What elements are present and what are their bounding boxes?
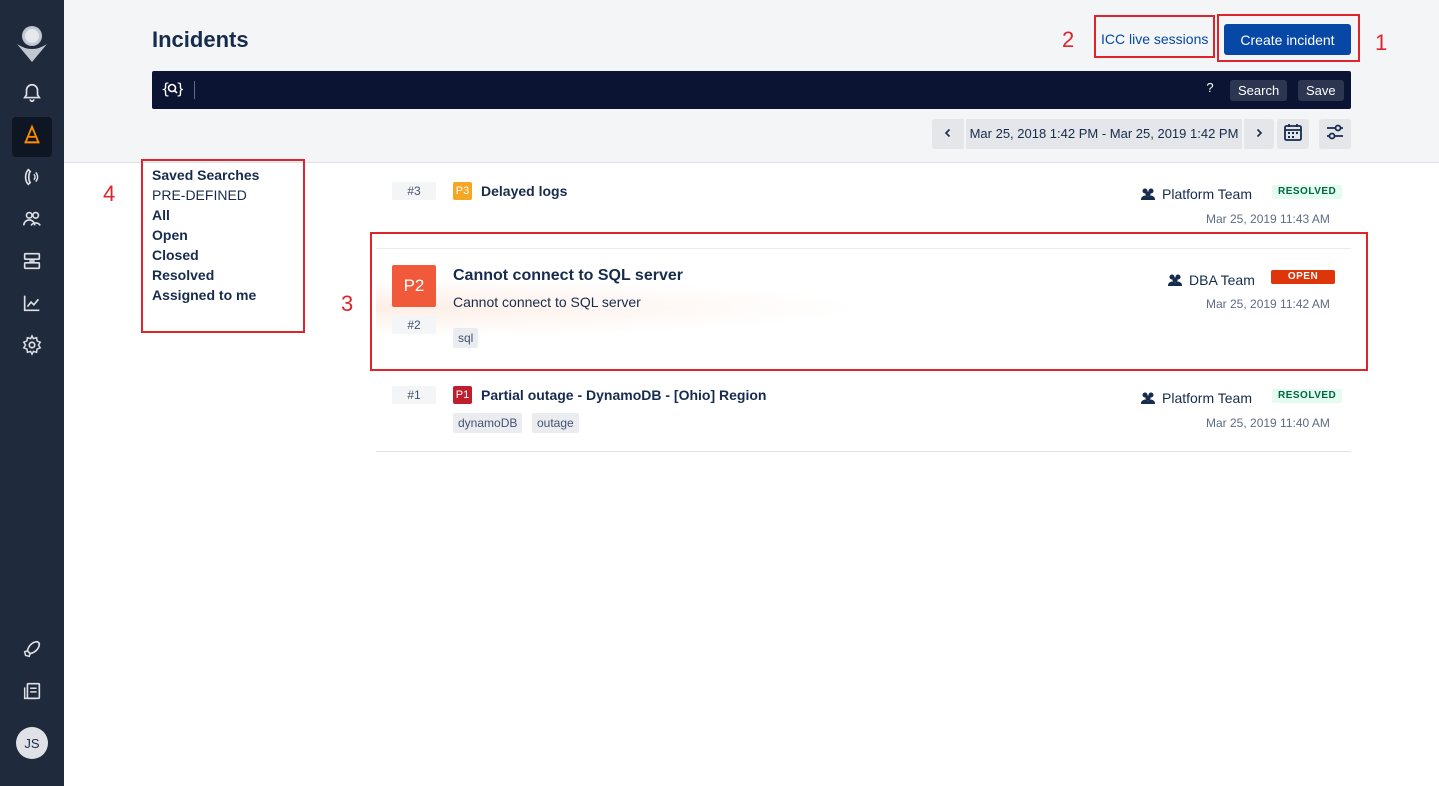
- incident-title[interactable]: Delayed logs: [481, 183, 567, 199]
- annotation-label-4: 4: [103, 181, 116, 206]
- sidebar-item-settings[interactable]: [12, 327, 52, 367]
- query-search-icon: {}: [161, 80, 185, 102]
- save-search-button[interactable]: Save: [1298, 80, 1344, 101]
- search-divider: [194, 81, 195, 99]
- services-icon: [21, 250, 43, 277]
- users-icon: [21, 208, 43, 235]
- chevron-right-icon: [1254, 125, 1264, 143]
- date-prev-button[interactable]: [932, 119, 964, 149]
- incident-number: #3: [392, 182, 436, 200]
- docs-icon: [21, 680, 43, 707]
- tag-dynamodb[interactable]: dynamoDB: [453, 413, 523, 433]
- bell-icon: [21, 82, 43, 109]
- status-badge: RESOLVED: [1272, 389, 1343, 403]
- gear-icon: [21, 333, 43, 361]
- incident-number: #1: [392, 386, 436, 404]
- team-icon: [1140, 392, 1156, 404]
- annotation-box-3: [370, 232, 1368, 371]
- sidebar-item-docs[interactable]: [12, 673, 52, 713]
- chevron-left-icon: [943, 125, 953, 143]
- search-input[interactable]: [200, 77, 1200, 103]
- cone-icon: [21, 123, 43, 151]
- annotation-label-2: 2: [1062, 27, 1075, 52]
- team-label: Platform Team: [1140, 186, 1252, 202]
- sidebar-item-incidents[interactable]: [12, 117, 52, 157]
- svg-text:}: }: [176, 80, 183, 98]
- app-logo[interactable]: [14, 24, 50, 64]
- date-next-button[interactable]: [1244, 119, 1274, 149]
- annotation-label-3: 3: [341, 291, 354, 316]
- filter-settings-button[interactable]: [1319, 119, 1351, 149]
- sidebar: JS: [0, 0, 64, 786]
- annotation-box-1: [1217, 14, 1360, 62]
- sidebar-item-oncall[interactable]: [12, 159, 52, 199]
- team-name: Platform Team: [1162, 186, 1252, 202]
- rocket-icon: [21, 638, 43, 665]
- calendar-icon: [1283, 122, 1303, 147]
- list-bottom-divider: [376, 451, 1351, 452]
- avatar[interactable]: JS: [16, 727, 48, 759]
- sidebar-item-teams[interactable]: [12, 201, 52, 241]
- sidebar-item-services[interactable]: [12, 243, 52, 283]
- search-bar: {} ? Search Save: [152, 71, 1351, 109]
- sliders-icon: [1325, 122, 1345, 147]
- incident-time: Mar 25, 2019 11:40 AM: [1206, 416, 1330, 430]
- tag-outage[interactable]: outage: [532, 413, 579, 433]
- priority-badge: P1: [453, 386, 472, 404]
- sidebar-item-analytics[interactable]: [12, 285, 52, 325]
- team-icon: [1140, 188, 1156, 200]
- team-label: Platform Team: [1140, 390, 1252, 406]
- annotation-label-1: 1: [1375, 30, 1388, 55]
- status-badge: RESOLVED: [1272, 185, 1343, 199]
- page-title: Incidents: [152, 27, 249, 52]
- priority-badge: P3: [453, 182, 472, 200]
- incident-title[interactable]: Partial outage - DynamoDB - [Ohio] Regio…: [481, 387, 766, 403]
- search-button[interactable]: Search: [1230, 80, 1288, 101]
- phone-icon: [21, 166, 43, 193]
- incident-time: Mar 25, 2019 11:43 AM: [1206, 212, 1330, 226]
- annotation-box-2: [1094, 15, 1215, 58]
- team-name: Platform Team: [1162, 390, 1252, 406]
- search-help-button[interactable]: ?: [1202, 80, 1218, 95]
- date-range-display[interactable]: Mar 25, 2018 1:42 PM - Mar 25, 2019 1:42…: [966, 119, 1242, 149]
- sidebar-item-alerts[interactable]: [12, 75, 52, 115]
- calendar-button[interactable]: [1277, 119, 1309, 149]
- chart-icon: [21, 292, 43, 319]
- sidebar-item-whats-new[interactable]: [12, 631, 52, 671]
- annotation-box-4: [141, 159, 305, 333]
